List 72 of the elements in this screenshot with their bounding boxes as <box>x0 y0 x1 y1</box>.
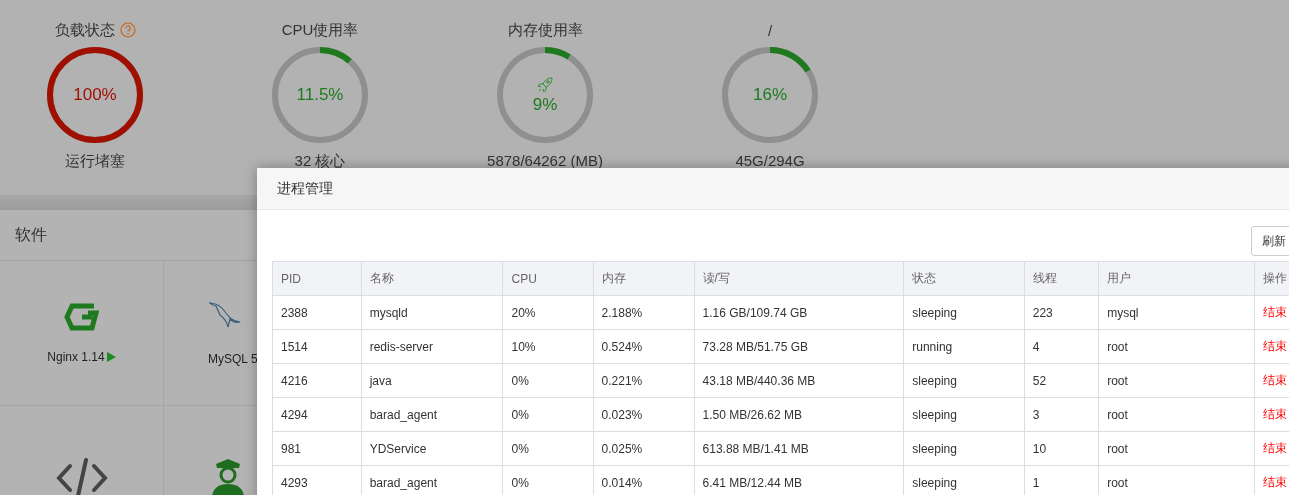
table-cell: 1.50 MB/26.62 MB <box>694 397 904 432</box>
table-cell: 0.025% <box>593 431 695 466</box>
software-name: Nginx 1.14 <box>47 350 116 364</box>
table-cell: java <box>361 363 503 398</box>
table-cell: 1514 <box>272 329 362 364</box>
table-cell: 0.221% <box>593 363 695 398</box>
dialog-title: 进程管理 <box>277 179 333 198</box>
refresh-button[interactable]: 刷新 <box>1251 226 1289 256</box>
column-header: PID <box>272 261 362 296</box>
gauge-title: CPU使用率 <box>281 20 359 40</box>
gauge-value: 11.5% <box>296 85 344 105</box>
table-cell: 981 <box>272 431 362 466</box>
gauge-caption: 45G/294G <box>735 152 805 169</box>
table-cell: 52 <box>1024 363 1099 398</box>
column-header: 名称 <box>361 261 503 296</box>
table-cell: 0% <box>503 431 594 466</box>
table-cell: barad_agent <box>361 397 503 432</box>
table-cell: 3 <box>1024 397 1099 432</box>
gauge-caption: 5878/64262 (MB) <box>487 152 603 169</box>
table-cell: 10% <box>503 329 594 364</box>
column-header: 操作 <box>1254 261 1289 296</box>
table-cell: 4294 <box>272 397 362 432</box>
table-cell: root <box>1098 363 1255 398</box>
play-icon <box>106 352 116 362</box>
table-cell: 613.88 MB/1.41 MB <box>694 431 904 466</box>
column-header: 内存 <box>593 261 695 296</box>
column-header: 用户 <box>1098 261 1255 296</box>
table-cell: redis-server <box>361 329 503 364</box>
hexagon-g-icon <box>63 302 100 332</box>
table-cell: 0.524% <box>593 329 695 364</box>
table-cell: YDService <box>361 431 503 466</box>
table-cell: sleeping <box>903 295 1025 330</box>
table-cell: 10 <box>1024 431 1099 466</box>
rocket-icon <box>535 75 555 95</box>
code-icon <box>55 458 108 495</box>
table-cell: 20% <box>503 295 594 330</box>
column-header: CPU <box>503 261 594 296</box>
software-name: MySQL 5 <box>208 352 258 366</box>
table-cell: sleeping <box>903 363 1025 398</box>
table-cell: sleeping <box>903 431 1025 466</box>
table-cell: 4216 <box>272 363 362 398</box>
gauge-value: 16% <box>753 85 787 105</box>
table-cell: sleeping <box>903 397 1025 432</box>
gauge-caption: 运行堵塞 <box>65 152 125 171</box>
table-cell: 2.188% <box>593 295 695 330</box>
column-header: 状态 <box>903 261 1025 296</box>
table-cell: 0% <box>503 363 594 398</box>
panel-title: 软件 <box>15 224 47 245</box>
table-cell: 1.16 GB/109.74 GB <box>694 295 904 330</box>
help-icon[interactable] <box>119 22 136 38</box>
table-cell: 43.18 MB/440.36 MB <box>694 363 904 398</box>
table-cell: 4 <box>1024 329 1099 364</box>
table-cell: running <box>903 329 1025 364</box>
gauge-title: 负载状态 <box>54 20 115 40</box>
column-header: 读/写 <box>694 261 904 296</box>
table-cell: 73.28 MB/51.75 GB <box>694 329 904 364</box>
column-header: 线程 <box>1024 261 1099 296</box>
table-cell: root <box>1098 329 1255 364</box>
gauge-title: / <box>767 21 773 39</box>
table-cell: 2388 <box>272 295 362 330</box>
gauge-value: 9% <box>532 95 558 115</box>
table-cell: 4293 <box>272 465 362 495</box>
table-cell: root <box>1098 397 1255 432</box>
table-cell: 0.023% <box>593 397 695 432</box>
table-cell: 223 <box>1024 295 1099 330</box>
gauge-title: 内存使用率 <box>507 20 583 40</box>
software-tile[interactable]: Nginx 1.14 <box>0 261 164 406</box>
table-cell: root <box>1098 431 1255 466</box>
table-cell: 0% <box>503 397 594 432</box>
table-cell: mysql <box>1098 295 1255 330</box>
table-cell: mysqld <box>361 295 503 330</box>
gauge-caption: 32 核心 <box>294 152 346 171</box>
